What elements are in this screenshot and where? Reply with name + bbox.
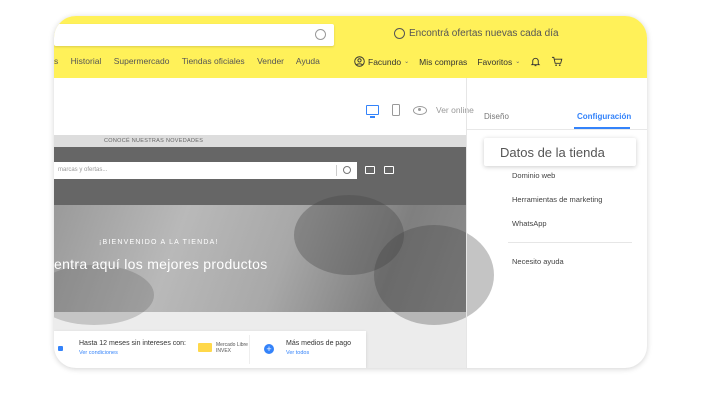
hero-background-shape bbox=[54, 265, 154, 325]
user-icon bbox=[354, 56, 365, 67]
preview-search-placeholder: marcas y ofertas... bbox=[58, 167, 108, 173]
my-purchases-link[interactable]: Mis compras bbox=[419, 57, 467, 67]
search-icon[interactable] bbox=[315, 29, 326, 40]
cart-icon[interactable] bbox=[384, 166, 394, 174]
active-tab-indicator bbox=[574, 127, 630, 129]
tab-configuracion[interactable]: Configuración bbox=[577, 112, 631, 121]
search-input[interactable] bbox=[54, 24, 334, 46]
preview-search-input[interactable]: marcas y ofertas... bbox=[54, 162, 357, 179]
promo-text: Encontrá ofertas nuevas cada día bbox=[409, 28, 559, 40]
card-labels: Mercado Libre INVEX bbox=[216, 342, 248, 354]
sidebar-item-marketing[interactable]: Herramientas de marketing bbox=[512, 195, 602, 204]
main-nav: s Historial Supermercado Tiendas oficial… bbox=[54, 56, 330, 70]
eye-icon[interactable] bbox=[413, 105, 427, 115]
hero-title: entra aquí los mejores productos bbox=[54, 256, 268, 272]
view-online-link[interactable]: Ver online bbox=[436, 105, 474, 115]
nav-item-supermercado[interactable]: Supermercado bbox=[114, 56, 170, 66]
sidebar-item-ayuda[interactable]: Necesito ayuda bbox=[512, 257, 564, 266]
nav-item-historial[interactable]: Historial bbox=[71, 56, 102, 66]
chevron-down-icon: ⌄ bbox=[515, 59, 521, 65]
preview-header-icons bbox=[365, 166, 394, 174]
card-label-2: INVEX bbox=[216, 348, 232, 354]
plus-icon: + bbox=[264, 344, 274, 354]
user-menu[interactable]: Facundo ⌄ bbox=[354, 56, 409, 67]
user-name: Facundo bbox=[368, 56, 402, 67]
search-icon[interactable] bbox=[343, 166, 351, 174]
desktop-icon[interactable] bbox=[366, 105, 379, 118]
preview-header: marcas y ofertas... bbox=[54, 147, 466, 205]
mobile-icon[interactable] bbox=[392, 104, 400, 116]
divider bbox=[466, 78, 467, 368]
nav-item-cut[interactable]: s bbox=[54, 56, 58, 66]
nav-item-vender[interactable]: Vender bbox=[257, 56, 284, 66]
chevron-down-icon: ⌄ bbox=[404, 59, 410, 65]
more-methods-link[interactable]: Ver todos bbox=[286, 350, 309, 356]
top-header: Encontrá ofertas nuevas cada día s Histo… bbox=[54, 16, 647, 78]
hero-kicker: ¡BIENVENIDO A LA TIENDA! bbox=[99, 239, 219, 246]
card-icon bbox=[58, 346, 63, 351]
installments-link[interactable]: Ver condiciones bbox=[79, 350, 118, 356]
divider bbox=[508, 242, 632, 243]
promo-banner[interactable]: Encontrá ofertas nuevas cada día bbox=[394, 28, 559, 39]
installments-text: Hasta 12 meses sin intereses con: bbox=[79, 340, 186, 347]
divider bbox=[249, 335, 250, 364]
tabs-divider bbox=[467, 129, 647, 130]
sidebar-item-whatsapp[interactable]: WhatsApp bbox=[512, 219, 547, 228]
cart-icon[interactable] bbox=[551, 56, 563, 67]
nav-item-tiendas-oficiales[interactable]: Tiendas oficiales bbox=[182, 56, 245, 66]
app-window: Encontrá ofertas nuevas cada día s Histo… bbox=[54, 16, 647, 368]
favorites-menu[interactable]: Favoritos ⌄ bbox=[477, 57, 520, 67]
preview-banner-text: CONOCÉ NUESTRAS NOVEDADES bbox=[104, 138, 204, 144]
nav-item-ayuda[interactable]: Ayuda bbox=[296, 56, 320, 66]
user-nav: Facundo ⌄ Mis compras Favoritos ⌄ bbox=[354, 56, 563, 67]
device-toolbar: Ver online bbox=[366, 104, 474, 118]
sidebar-item-datos-tienda[interactable]: Datos de la tienda bbox=[484, 138, 636, 166]
divider bbox=[336, 165, 337, 176]
promo-icon bbox=[394, 28, 405, 39]
more-methods-text: Más medios de pago bbox=[286, 340, 351, 347]
sidebar-item-dominio-web[interactable]: Dominio web bbox=[512, 171, 555, 180]
mail-icon[interactable] bbox=[365, 166, 375, 174]
tab-diseno[interactable]: Diseño bbox=[484, 112, 509, 121]
sidebar-item-label: Datos de la tienda bbox=[500, 145, 605, 160]
bell-icon[interactable] bbox=[530, 56, 541, 67]
preview-payment-bar: Hasta 12 meses sin intereses con: Ver co… bbox=[54, 331, 366, 368]
hero-background-shape bbox=[374, 225, 494, 325]
favorites-label: Favoritos bbox=[477, 56, 513, 67]
mercadolibre-card-icon bbox=[198, 343, 212, 352]
preview-announcement-bar[interactable]: CONOCÉ NUESTRAS NOVEDADES bbox=[54, 135, 466, 147]
store-preview: CONOCÉ NUESTRAS NOVEDADES marcas y ofert… bbox=[54, 135, 494, 368]
preview-hero-banner[interactable]: ¡BIENVENIDO A LA TIENDA! entra aquí los … bbox=[54, 195, 494, 325]
